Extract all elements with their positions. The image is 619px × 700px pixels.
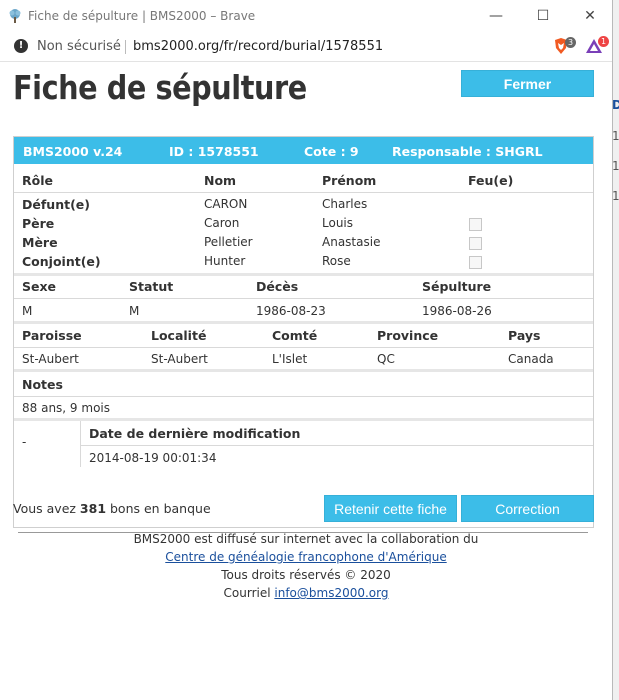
sexe-value: M <box>22 304 33 318</box>
header-paroisse: Paroisse <box>22 328 82 343</box>
notes-value: 88 ans, 9 mois <box>22 401 110 415</box>
footer-copyright: Tous droits réservés © 2020 <box>221 568 391 582</box>
contact-prefix: Courriel <box>223 586 275 600</box>
person-nom: Pelletier <box>204 235 253 249</box>
person-prenom: Louis <box>322 216 354 230</box>
header-feu: Feu(e) <box>468 173 514 188</box>
modification-date-value: 2014-08-19 00:01:34 <box>89 451 217 465</box>
section-divider <box>14 273 593 276</box>
bank-suffix: bons en banque <box>106 501 211 516</box>
retain-record-button[interactable]: Retenir cette fiche <box>324 495 457 522</box>
record-cote: Cote : 9 <box>304 144 359 159</box>
divider <box>14 298 593 299</box>
feu-checkbox-mere <box>469 237 482 250</box>
person-role: Mère <box>22 235 58 250</box>
security-status[interactable]: Non sécurisé <box>37 39 121 54</box>
background-cell: 19 <box>612 159 619 173</box>
section-divider <box>14 418 593 421</box>
background-column-header: D <box>612 98 619 112</box>
header-role: Rôle <box>22 173 53 188</box>
divider <box>81 445 593 446</box>
person-role: Père <box>22 216 55 231</box>
background-cell: 19 <box>612 189 619 203</box>
info-icon[interactable]: ! <box>14 39 28 53</box>
person-prenom: Rose <box>322 254 351 268</box>
header-modification-date: Date de dernière modification <box>89 426 301 441</box>
record-version: BMS2000 v.24 <box>23 144 123 159</box>
url-text[interactable]: bms2000.org/fr/record/burial/1578551 <box>133 39 383 54</box>
bank-balance: Vous avez 381 bons en banque <box>13 501 211 516</box>
divider <box>14 396 593 397</box>
header-province: Province <box>377 328 439 343</box>
modif-left-value: - <box>22 435 27 449</box>
correction-button[interactable]: Correction <box>461 495 594 522</box>
person-role: Conjoint(e) <box>22 254 101 269</box>
minimize-icon[interactable]: — <box>482 6 510 26</box>
header-statut: Statut <box>129 279 174 294</box>
feu-checkbox-pere <box>469 218 482 231</box>
province-value: QC <box>377 352 395 366</box>
statut-value: M <box>129 304 140 318</box>
header-sexe: Sexe <box>22 279 57 294</box>
divider <box>14 192 593 193</box>
comte-value: L'Islet <box>272 352 308 366</box>
cgfa-link[interactable]: Centre de généalogie francophone d'Améri… <box>165 550 446 564</box>
header-sepulture: Sépulture <box>422 279 492 294</box>
header-nom: Nom <box>204 173 237 188</box>
person-nom: Hunter <box>204 254 246 268</box>
bank-count: 381 <box>79 501 107 516</box>
footer-line1: BMS2000 est diffusé sur internet avec la… <box>133 532 479 546</box>
title-bar: Fiche de sépulture | BMS2000 – Brave — ☐… <box>0 0 612 33</box>
localite-value: St-Aubert <box>151 352 208 366</box>
sepulture-value: 1986-08-26 <box>422 304 492 318</box>
header-pays: Pays <box>508 328 541 343</box>
address-separator <box>125 40 126 54</box>
shield-count-badge: 3 <box>565 37 576 48</box>
paroisse-value: St-Aubert <box>22 352 79 366</box>
section-divider <box>14 369 593 372</box>
deces-value: 1986-08-23 <box>256 304 326 318</box>
browser-window: Fiche de sépulture | BMS2000 – Brave — ☐… <box>0 0 613 700</box>
window-title: Fiche de sépulture | BMS2000 – Brave <box>28 9 256 23</box>
header-localite: Localité <box>151 328 207 343</box>
divider <box>14 347 593 348</box>
header-deces: Décès <box>256 279 299 294</box>
record-id: ID : 1578551 <box>169 144 259 159</box>
close-button[interactable]: Fermer <box>461 70 594 97</box>
burial-record-card: BMS2000 v.24 ID : 1578551 Cote : 9 Respo… <box>13 136 594 528</box>
page-title: Fiche de sépulture <box>13 68 307 107</box>
header-comte: Comté <box>272 328 318 343</box>
record-header: BMS2000 v.24 ID : 1578551 Cote : 9 Respo… <box>14 137 593 164</box>
person-nom: CARON <box>204 197 248 211</box>
maximize-icon[interactable]: ☐ <box>529 6 557 26</box>
feu-checkbox-conjoint <box>469 256 482 269</box>
person-prenom: Anastasie <box>322 235 381 249</box>
background-cell: 18 <box>612 129 619 143</box>
bank-prefix: Vous avez <box>13 501 80 516</box>
record-responsable: Responsable : SHGRL <box>392 144 543 159</box>
rewards-count-badge: 1 <box>598 36 609 47</box>
page-content: Fiche de sépulture Fermer BMS2000 v.24 I… <box>0 62 612 700</box>
column-divider <box>80 421 81 467</box>
address-bar[interactable]: ! Non sécurisé bms2000.org/fr/record/bur… <box>0 33 612 62</box>
bms-tree-icon <box>9 9 21 23</box>
close-window-icon[interactable]: ✕ <box>576 6 604 26</box>
pays-value: Canada <box>508 352 554 366</box>
person-nom: Caron <box>204 216 240 230</box>
header-notes: Notes <box>22 377 63 392</box>
person-prenom: Charles <box>322 197 368 211</box>
email-link[interactable]: info@bms2000.org <box>274 586 388 600</box>
footer-link-wrap: Centre de généalogie francophone d'Améri… <box>0 550 612 564</box>
header-prenom: Prénom <box>322 173 377 188</box>
section-divider <box>14 321 593 324</box>
person-role: Défunt(e) <box>22 197 90 212</box>
footer-contact: Courriel info@bms2000.org <box>0 586 612 600</box>
